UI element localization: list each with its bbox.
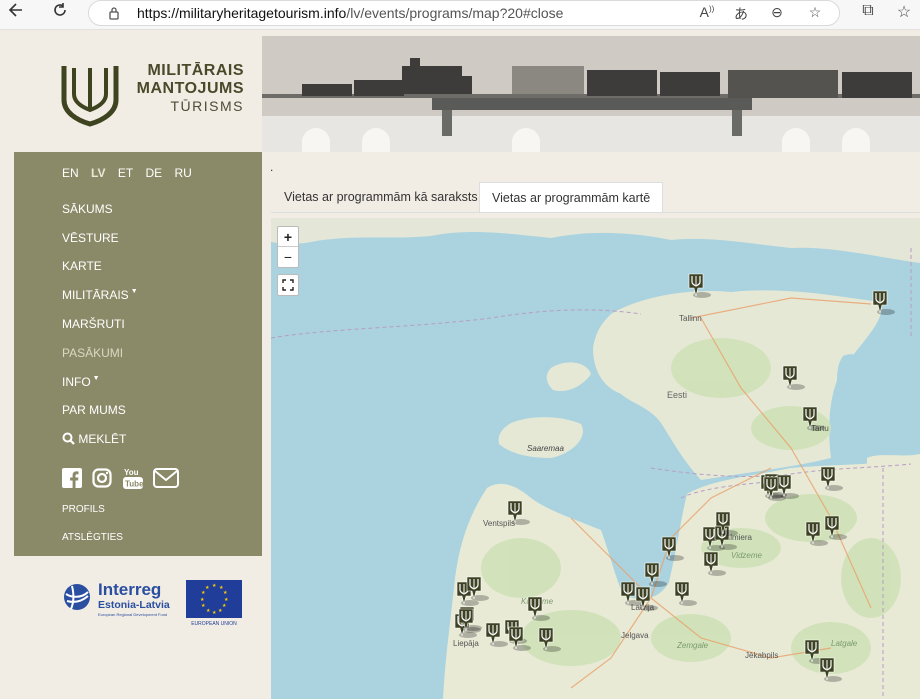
chevron-down-icon: ▼ — [130, 288, 138, 295]
chevron-down-icon: ▼ — [92, 375, 100, 382]
menu-item-karte[interactable]: KARTE — [62, 259, 102, 273]
map-label-saaremaa: Saaremaa — [527, 444, 564, 453]
fullscreen-icon — [282, 279, 294, 291]
interreg-logo: Interreg Estonia-Latvia European Regiona… — [62, 580, 182, 620]
dot: . — [270, 160, 274, 174]
map-label-vidzeme: Vidzeme — [731, 551, 763, 560]
tab-list[interactable]: Vietas ar programmām kā saraksts — [272, 182, 490, 213]
lang-en[interactable]: EN — [62, 166, 79, 180]
svg-text:★: ★ — [218, 608, 223, 614]
interreg-subtitle: Estonia-Latvia — [98, 599, 170, 611]
tab-divider — [271, 212, 920, 213]
address-bar[interactable]: https://militaryheritagetourism.info/lv/… — [88, 0, 840, 26]
svg-text:★: ★ — [205, 585, 210, 591]
zoom-control: + − — [277, 226, 299, 268]
profile-link[interactable]: PROFILS — [62, 504, 105, 515]
sidebar: EN LV ET DE RU SĀKUMS VĒSTURE KARTE MILI… — [14, 152, 262, 556]
language-switcher: EN LV ET DE RU — [62, 166, 201, 180]
svg-text:★: ★ — [200, 597, 205, 603]
svg-text:★: ★ — [222, 603, 227, 609]
menu-item-pasakumi[interactable]: PASĀKUMI — [62, 346, 123, 360]
map-label-zemgale: Zemgale — [676, 641, 709, 650]
map-label-eesti: Eesti — [667, 390, 687, 400]
extensions-icon[interactable]: ⧉ — [856, 2, 880, 20]
svg-text:★: ★ — [212, 610, 217, 616]
browser-toolbar: https://militaryheritagetourism.info/lv/… — [0, 0, 920, 30]
eu-flag-icon: ★ ★ ★ ★ ★ ★ ★ ★ ★ ★ ★ ★ — [186, 580, 242, 618]
svg-text:You: You — [124, 468, 139, 477]
instagram-icon[interactable] — [92, 468, 113, 493]
header-banner-image — [262, 36, 920, 152]
favorites-icon[interactable]: ☆ — [892, 2, 916, 22]
lang-de[interactable]: DE — [146, 166, 163, 180]
brand-line-1: MILITĀRAIS — [147, 62, 244, 79]
map-view[interactable]: Tallinn Eesti Saaremaa Ventspils Latvija… — [271, 218, 920, 699]
svg-text:★: ★ — [201, 603, 206, 609]
menu-label: INFO — [62, 375, 91, 389]
map-canvas[interactable]: Tallinn Eesti Saaremaa Ventspils Latvija… — [271, 218, 920, 699]
facebook-icon[interactable] — [62, 468, 82, 493]
youtube-icon[interactable]: You Tube — [122, 466, 144, 495]
menu-item-sakums[interactable]: SĀKUMS — [62, 202, 113, 216]
svg-text:Tube: Tube — [125, 480, 143, 489]
map-label-jelgava: Jelgava — [621, 631, 649, 640]
email-icon[interactable] — [153, 468, 180, 493]
eu-label: EUROPEAN UNION — [191, 621, 237, 627]
zoom-out-icon[interactable]: ⊖ — [765, 4, 789, 21]
menu-label: MEKLĒT — [78, 432, 127, 446]
map-label-jekabpils: Jēkabpils — [745, 651, 778, 660]
back-arrow-icon[interactable] — [2, 1, 30, 25]
interreg-fund: European Regional Development Fund — [98, 612, 168, 617]
menu-item-vesture[interactable]: VĒSTURE — [62, 231, 119, 245]
social-links: You Tube — [62, 466, 185, 495]
brand-line-2: MANTOJUMS — [136, 80, 244, 97]
menu-label: MILITĀRAIS — [62, 288, 129, 302]
svg-text:★: ★ — [212, 583, 217, 589]
map-label-tallinn: Tallinn — [679, 314, 702, 323]
add-favorite-icon[interactable]: ☆ — [803, 4, 827, 21]
url-text[interactable]: https://militaryheritagetourism.info/lv/… — [137, 5, 563, 21]
lang-ru[interactable]: RU — [175, 166, 192, 180]
menu-item-militarais[interactable]: MILITĀRAIS ▼ — [62, 288, 138, 302]
zoom-in-button[interactable]: + — [278, 227, 298, 247]
lang-lv[interactable]: LV — [91, 166, 105, 180]
read-aloud-icon[interactable]: A)) — [695, 4, 719, 20]
menu-item-par-mums[interactable]: PAR MUMS — [62, 403, 126, 417]
svg-text:★: ★ — [223, 590, 228, 596]
eu-logo: ★ ★ ★ ★ ★ ★ ★ ★ ★ ★ ★ ★ EUROPEAN UNION — [186, 580, 242, 630]
search-icon — [62, 432, 75, 445]
map-label-liepaja: Liepāja — [453, 639, 479, 648]
lang-et[interactable]: ET — [118, 166, 133, 180]
brand-line-3: TŪRISMS — [170, 98, 244, 114]
tab-map[interactable]: Vietas ar programmām kartē — [479, 182, 664, 213]
site-logo-icon[interactable] — [60, 62, 120, 128]
map-label-ventspils: Ventspils — [483, 519, 515, 528]
menu-item-info[interactable]: INFO ▼ — [62, 375, 100, 389]
interreg-globe-icon — [64, 584, 90, 610]
refresh-icon[interactable] — [46, 1, 74, 25]
zoom-out-button[interactable]: − — [278, 247, 298, 267]
menu-item-meklet[interactable]: MEKLĒT — [62, 432, 126, 446]
translate-icon[interactable]: あ — [729, 4, 753, 24]
logout-link[interactable]: ATSLĒGTIES — [62, 532, 123, 543]
fullscreen-button[interactable] — [277, 274, 299, 296]
menu-item-marsruti[interactable]: MARŠRUTI — [62, 317, 125, 331]
svg-text:★: ★ — [206, 608, 211, 614]
map-label-latgale: Latgale — [831, 639, 858, 648]
lock-icon[interactable] — [107, 6, 121, 20]
interreg-title: Interreg — [98, 580, 162, 599]
